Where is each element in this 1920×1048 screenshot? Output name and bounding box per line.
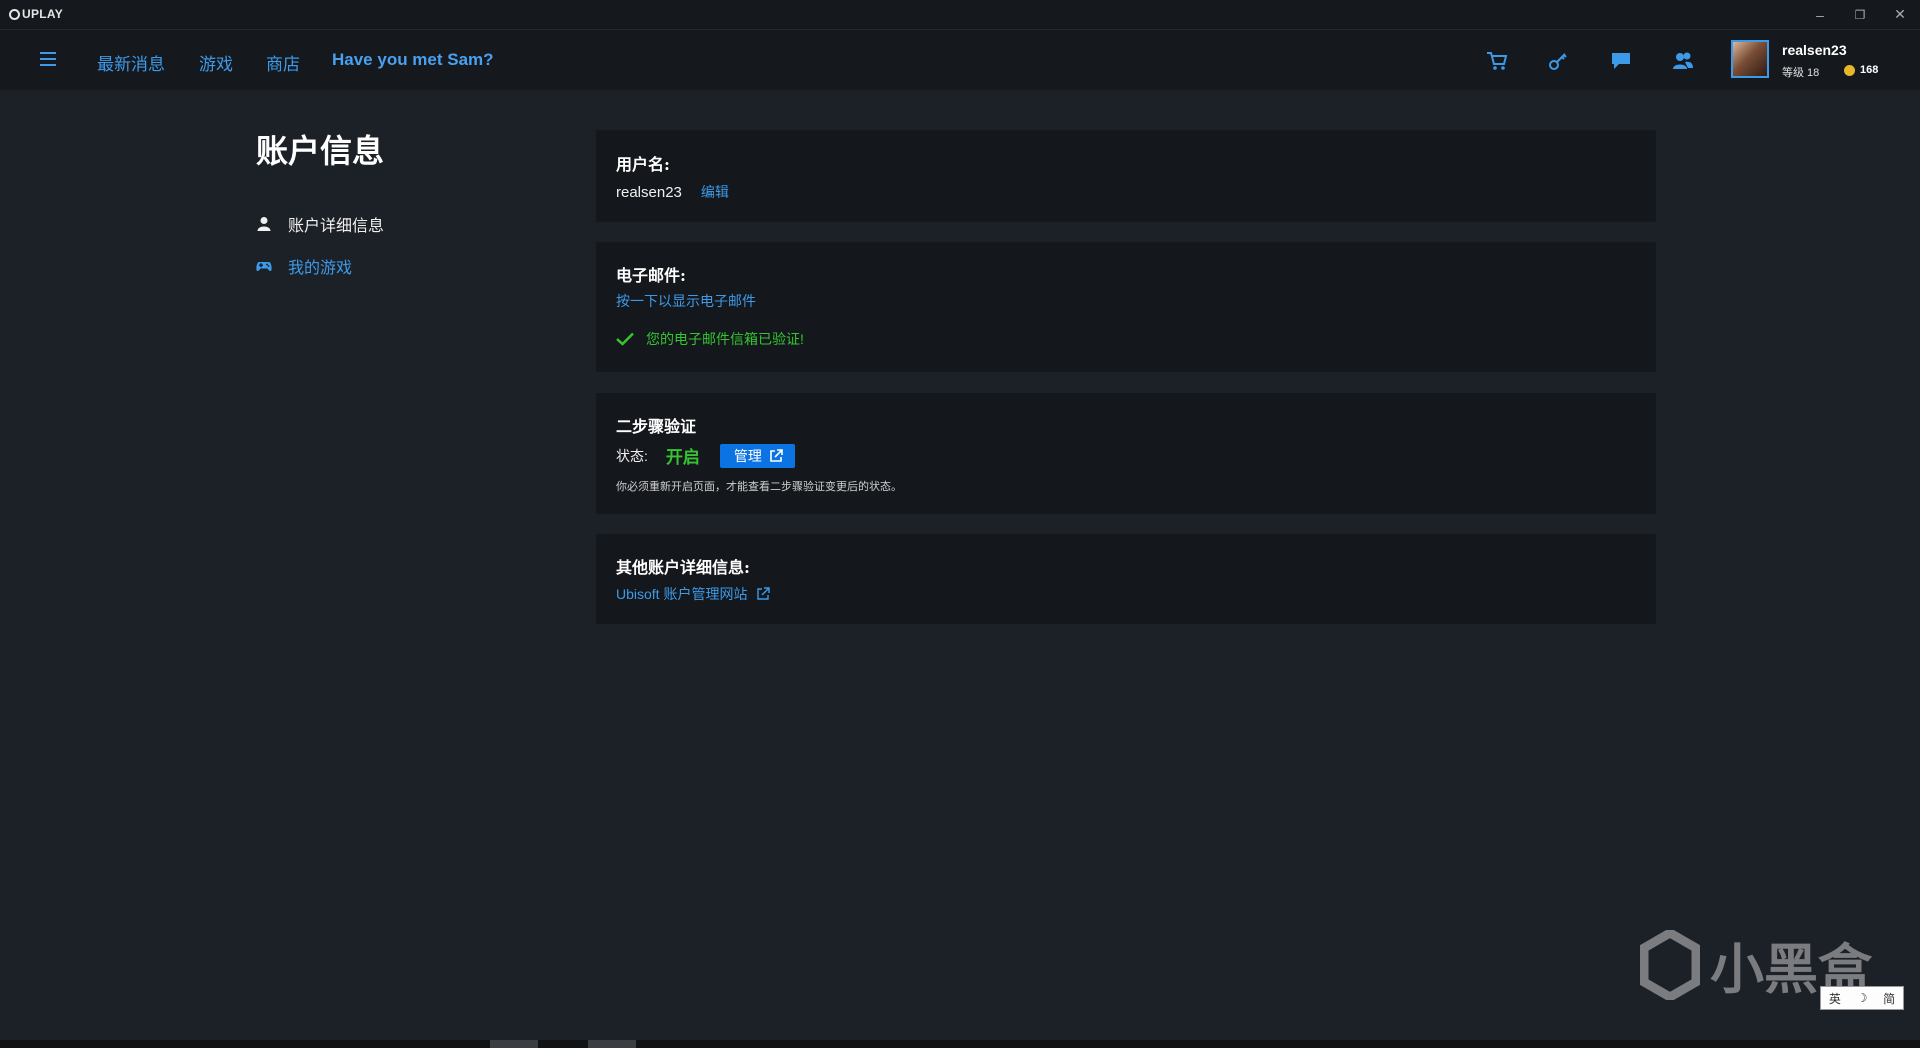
friends-icon[interactable] bbox=[1672, 51, 1694, 71]
minimize-button[interactable]: – bbox=[1800, 0, 1840, 29]
key-icon[interactable] bbox=[1548, 51, 1570, 71]
menu-icon[interactable] bbox=[40, 52, 56, 70]
nav-store[interactable]: 商店 bbox=[266, 50, 300, 75]
restore-button[interactable]: ❐ bbox=[1840, 0, 1880, 29]
username-title: 用户名: bbox=[616, 155, 670, 174]
check-icon bbox=[616, 332, 634, 346]
two-step-card: 二步骤验证 状态: 开启 管理 你必须重新开启页面，才能查看二步骤验证变更后的状… bbox=[596, 393, 1656, 514]
manage-button[interactable]: 管理 bbox=[719, 443, 795, 468]
ubisoft-account-link-label: Ubisoft 账户管理网站 bbox=[616, 586, 748, 602]
other-details-card: 其他账户详细信息: Ubisoft 账户管理网站 bbox=[596, 534, 1656, 624]
two-step-note: 你必须重新开启页面，才能查看二步骤验证变更后的状态。 bbox=[616, 481, 902, 493]
nav-news[interactable]: 最新消息 bbox=[97, 50, 165, 75]
status-badge: 开启 bbox=[665, 448, 700, 468]
two-step-title: 二步骤验证 bbox=[616, 417, 697, 436]
close-button[interactable]: ✕ bbox=[1880, 0, 1920, 29]
top-nav: 最新消息 游戏 商店 Have you met Sam? realsen23 等… bbox=[0, 29, 1920, 90]
cart-icon[interactable] bbox=[1486, 51, 1508, 71]
coin-count: 168 bbox=[1860, 64, 1879, 76]
reveal-email-link[interactable]: 按一下以显示电子邮件 bbox=[616, 291, 756, 311]
username-value: realsen23 bbox=[616, 184, 682, 201]
nav-games[interactable]: 游戏 bbox=[199, 50, 233, 75]
chat-icon[interactable] bbox=[1610, 51, 1632, 71]
status-label: 状态: bbox=[616, 447, 648, 464]
coin-icon bbox=[1844, 64, 1855, 76]
email-title: 电子邮件: bbox=[616, 266, 686, 285]
uplay-swirl-icon bbox=[9, 8, 20, 20]
ime-lang: 英 bbox=[1828, 991, 1841, 1006]
taskbar-button[interactable] bbox=[588, 1040, 636, 1048]
avatar[interactable] bbox=[1731, 40, 1769, 78]
sidebar-item-label: 我的游戏 bbox=[288, 260, 353, 277]
nav-have-you-met-sam[interactable]: Have you met Sam? bbox=[332, 50, 494, 70]
manage-label: 管理 bbox=[733, 447, 762, 464]
user-coins: 168 bbox=[1844, 64, 1878, 76]
ime-moon-icon: ☽ bbox=[1856, 991, 1868, 1005]
sidebar-item-label: 账户详细信息 bbox=[288, 218, 385, 235]
heybox-logo-icon bbox=[1640, 929, 1700, 1000]
other-details-title: 其他账户详细信息: bbox=[616, 558, 750, 577]
app-name: UPLAY bbox=[22, 7, 64, 21]
ime-indicator[interactable]: 英 ☽ 简 bbox=[1820, 986, 1904, 1010]
external-link-icon bbox=[757, 587, 771, 600]
gamepad-icon bbox=[256, 262, 272, 272]
email-card: 电子邮件: 按一下以显示电子邮件 您的电子邮件信箱已验证! bbox=[596, 242, 1656, 372]
title-bar: UPLAY – ❐ ✕ bbox=[0, 0, 1920, 29]
user-level: 等级 18 bbox=[1782, 67, 1820, 79]
user-icon bbox=[257, 217, 271, 231]
username-card: 用户名: realsen23 编辑 bbox=[596, 130, 1656, 222]
edit-username-link[interactable]: 编辑 bbox=[701, 182, 729, 202]
user-name[interactable]: realsen23 bbox=[1782, 42, 1847, 58]
page-title: 账户信息 bbox=[256, 132, 385, 170]
uplay-logo: UPLAY bbox=[9, 7, 63, 21]
email-verified-text: 您的电子邮件信箱已验证! bbox=[646, 331, 804, 347]
taskbar-button[interactable] bbox=[490, 1040, 538, 1048]
taskbar bbox=[0, 1040, 1920, 1048]
sidebar-item-my-games[interactable]: 我的游戏 bbox=[256, 254, 352, 278]
ubisoft-account-link[interactable]: Ubisoft 账户管理网站 bbox=[616, 584, 771, 604]
sidebar-item-account-details[interactable]: 账户详细信息 bbox=[256, 212, 384, 236]
ime-mode: 简 bbox=[1883, 991, 1896, 1006]
external-link-icon bbox=[770, 448, 783, 462]
